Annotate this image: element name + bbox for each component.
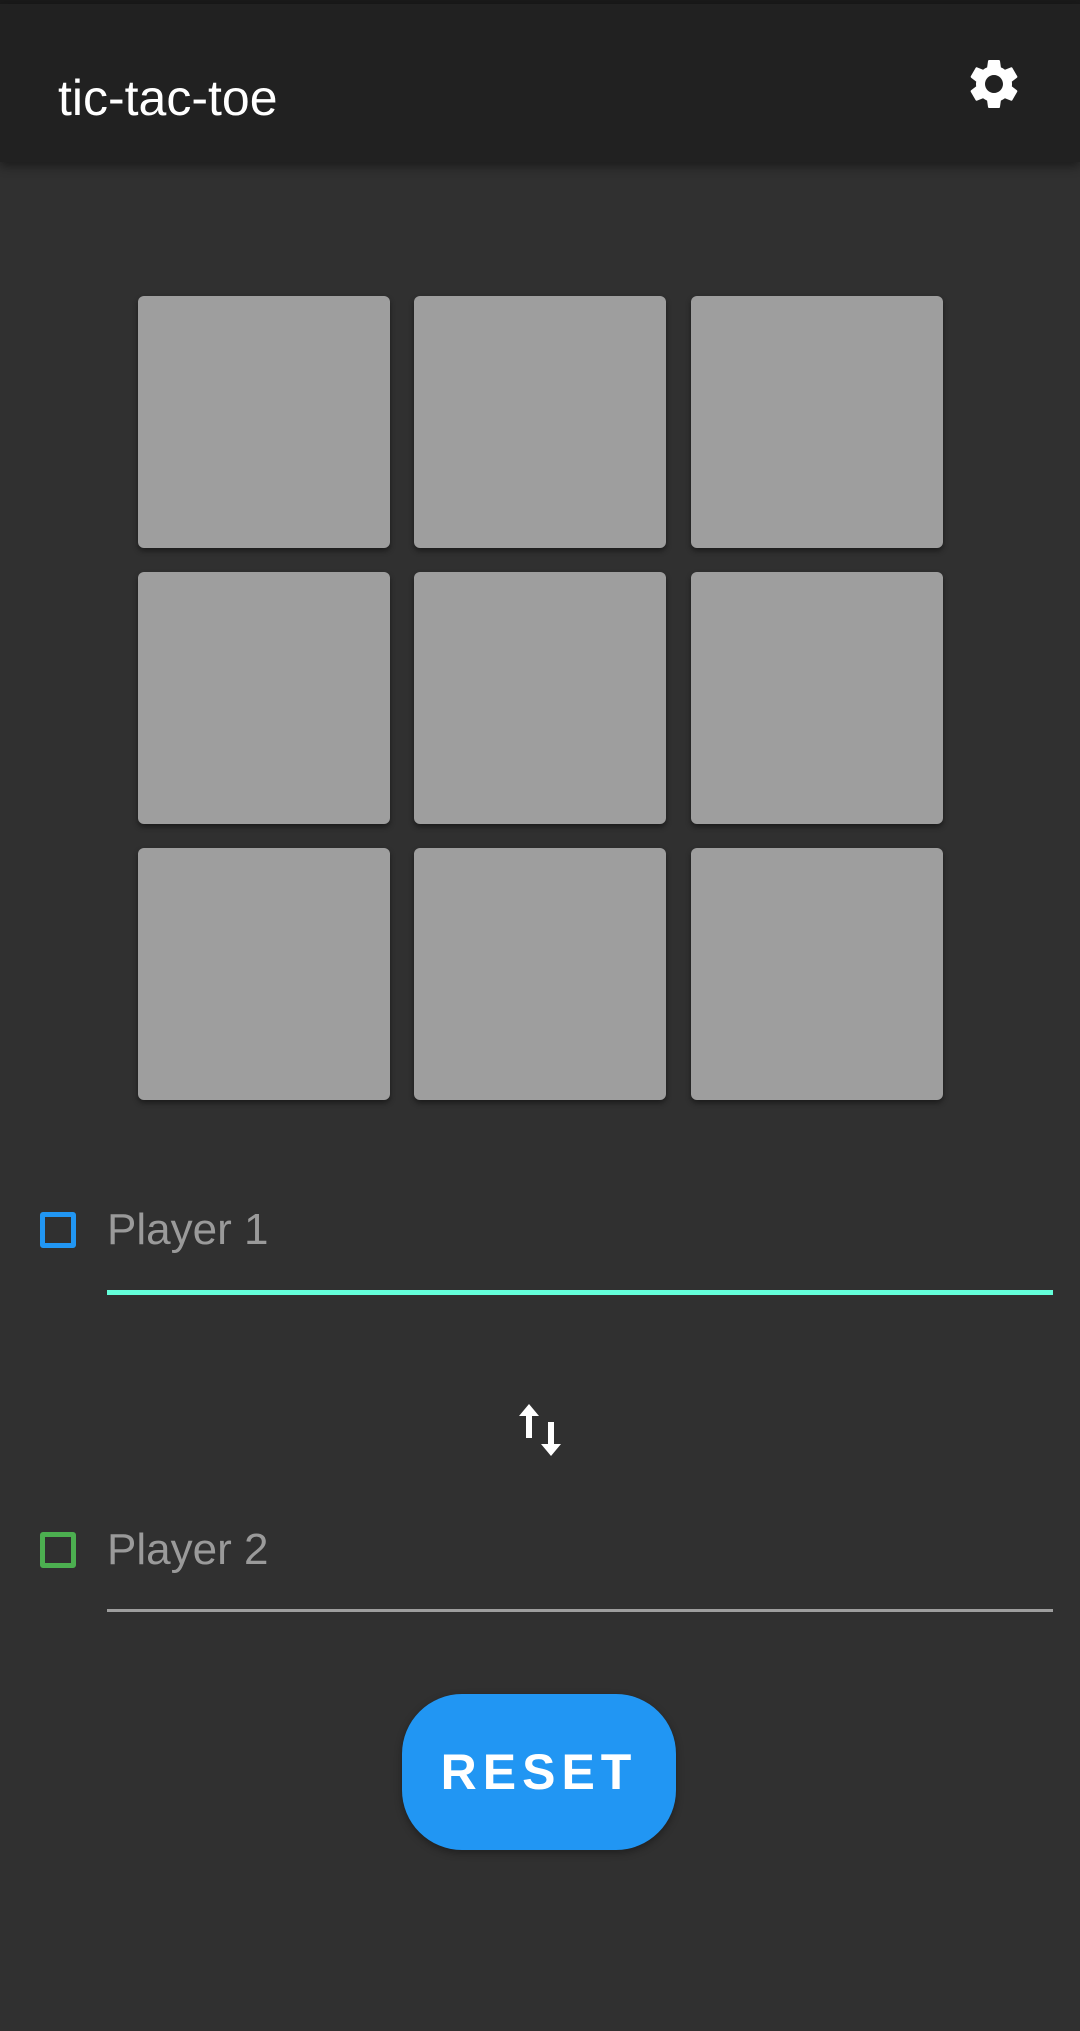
board-cell-7[interactable]: [138, 848, 390, 1100]
player-2-checkbox[interactable]: [40, 1532, 76, 1568]
game-board: [138, 296, 944, 1100]
board-cell-9[interactable]: [691, 848, 943, 1100]
player-1-checkbox[interactable]: [40, 1212, 76, 1248]
swap-players-button[interactable]: [508, 1398, 572, 1462]
swap-vertical-icon: [519, 1404, 561, 1456]
player-1-underline: [107, 1290, 1053, 1295]
settings-button[interactable]: [956, 46, 1032, 122]
app-title: tic-tac-toe: [58, 70, 278, 126]
board-cell-3[interactable]: [691, 296, 943, 548]
player-1-name-input[interactable]: [107, 1190, 1053, 1270]
gear-icon: [970, 59, 1018, 108]
player-2-underline: [107, 1609, 1053, 1612]
board-cell-5[interactable]: [414, 572, 666, 824]
board-cell-1[interactable]: [138, 296, 390, 548]
player-2-row: [0, 1490, 1080, 1612]
board-cell-2[interactable]: [414, 296, 666, 548]
board-cell-4[interactable]: [138, 572, 390, 824]
board-cell-8[interactable]: [414, 848, 666, 1100]
app-bar: tic-tac-toe: [0, 4, 1080, 162]
reset-button[interactable]: RESET: [402, 1694, 676, 1850]
player-1-row: [0, 1170, 1080, 1295]
player-2-name-input[interactable]: [107, 1510, 1053, 1590]
board-cell-6[interactable]: [691, 572, 943, 824]
